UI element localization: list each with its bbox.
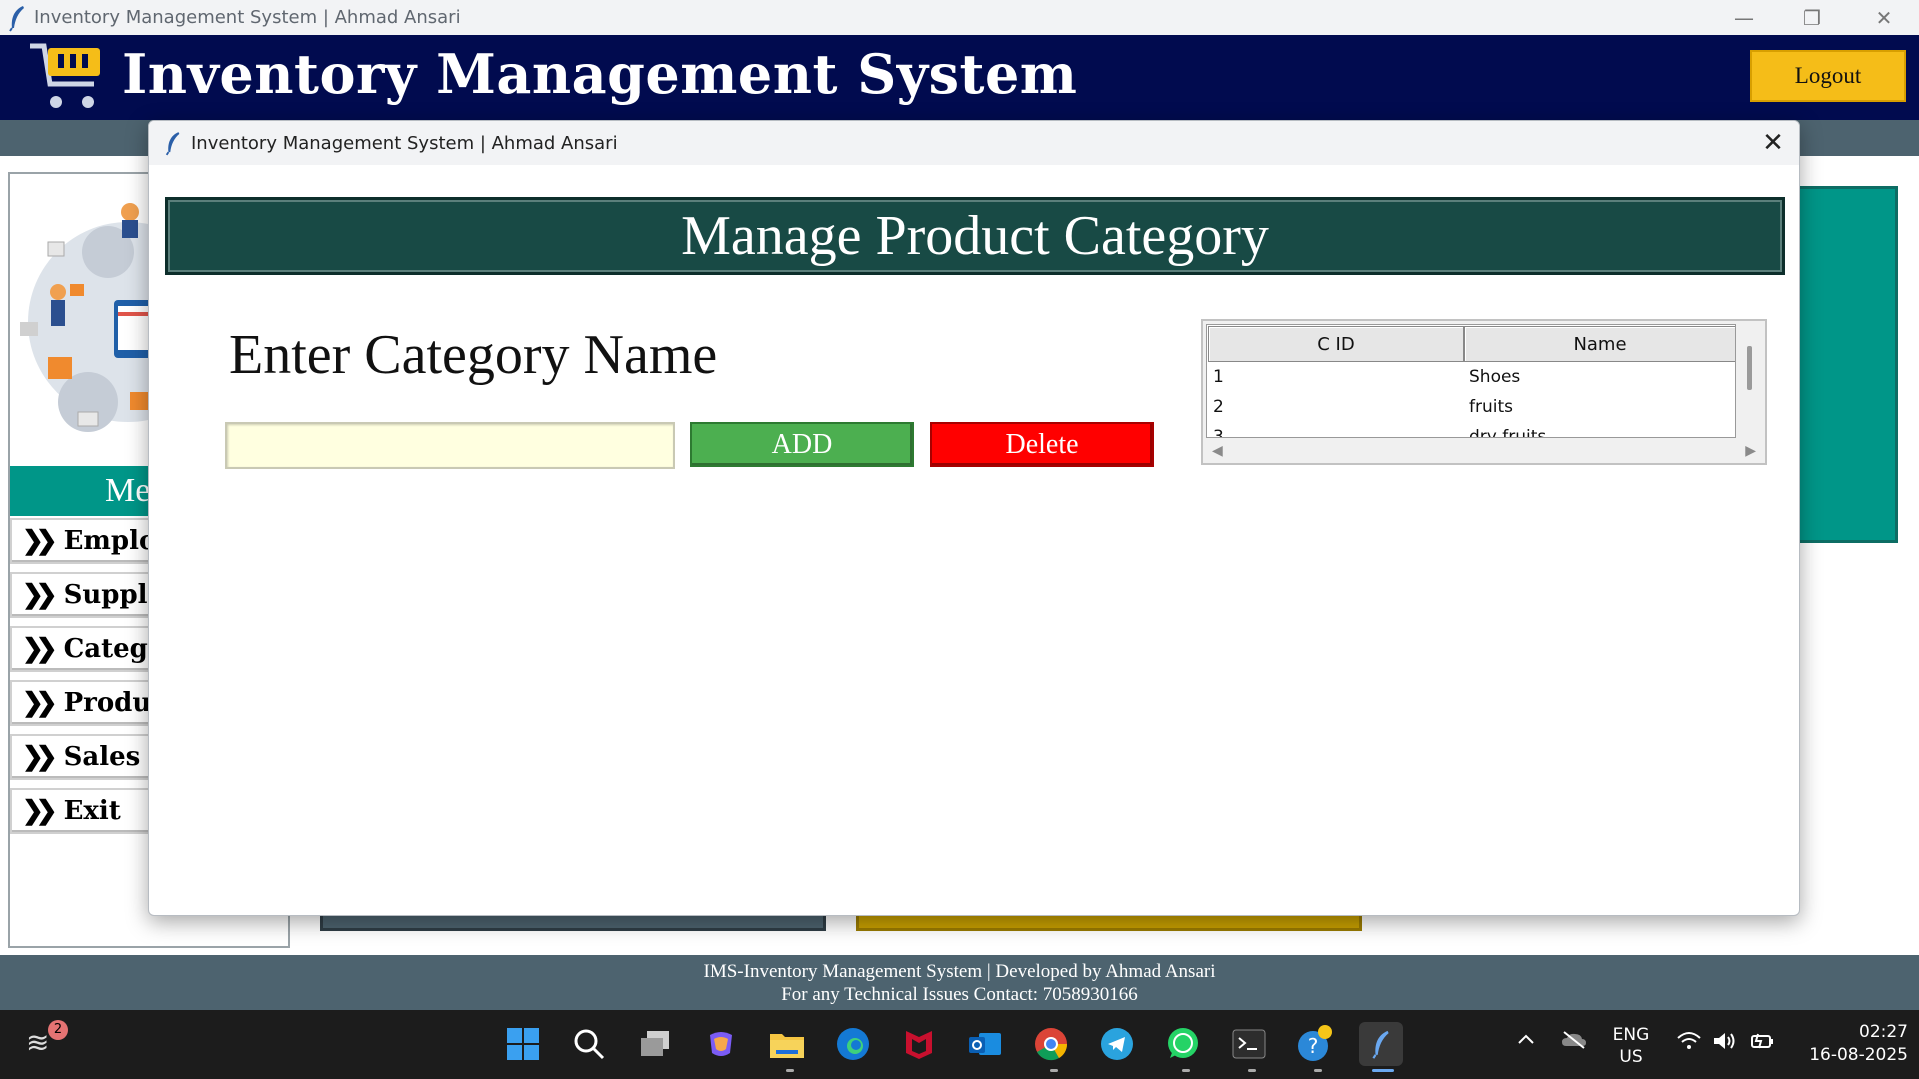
task-view-icon[interactable] [633,1022,677,1066]
help-icon[interactable]: ? [1293,1022,1337,1066]
dialog-titlebar: Inventory Management System | Ahmad Ansa… [149,121,1799,165]
mcafee-icon[interactable] [897,1022,941,1066]
scroll-left-icon[interactable]: ◀ [1212,443,1223,459]
show-hidden-icons-icon[interactable] [1516,1030,1536,1055]
category-name-label: Enter Category Name [229,324,718,386]
double-chevron-right-icon: ❯❯ [22,796,57,826]
app-title: Inventory Management System [122,42,1078,106]
dialog-title: Inventory Management System | Ahmad Ansa… [191,132,618,154]
footer-line-1: IMS-Inventory Management System | Develo… [703,961,1216,982]
double-chevron-right-icon: ❯❯ [22,526,57,556]
table-row[interactable]: 1 Shoes [1207,363,1735,393]
app-running-indicator [1050,1069,1058,1072]
column-header-name[interactable]: Name [1464,326,1735,362]
dialog-close-button[interactable]: ✕ [1751,121,1795,165]
column-header-cid[interactable]: C ID [1208,326,1464,362]
onedrive-icon[interactable] [1560,1030,1588,1055]
notification-badge: 2 [48,1020,68,1040]
footer: IMS-Inventory Management System | Develo… [0,955,1919,1010]
double-chevron-right-icon: ❯❯ [22,634,57,664]
telegram-icon[interactable] [1095,1022,1139,1066]
battery-icon[interactable] [1748,1030,1776,1057]
dialog-heading: Manage Product Category [165,197,1785,275]
start-icon[interactable] [501,1022,545,1066]
cell-cid: 1 [1213,367,1224,387]
app-running-indicator [1248,1069,1256,1072]
close-icon: ✕ [1875,5,1893,30]
outer-window-titlebar: Inventory Management System | Ahmad Ansa… [0,0,1919,35]
volume-icon[interactable] [1712,1030,1738,1057]
clock-date: 16-08-2025 [1809,1045,1908,1065]
restore-button[interactable]: ❐ [1778,0,1846,35]
shopping-cart-icon [30,43,100,108]
outer-window-title: Inventory Management System | Ahmad Ansa… [34,7,461,28]
footer-line-2: For any Technical Issues Contact: 705893… [781,984,1138,1005]
system-clock[interactable]: 02:27 16-08-2025 [1788,1021,1908,1067]
feather-icon [9,5,24,32]
terminal-icon[interactable] [1227,1022,1271,1066]
menu-products-button[interactable]: ❯❯Products [10,680,158,726]
table-row[interactable]: 2 fruits [1207,393,1735,423]
edge-icon[interactable] [831,1022,875,1066]
minimize-button[interactable]: — [1710,0,1778,35]
cell-cid: 2 [1213,397,1224,417]
app-running-indicator [1182,1069,1190,1072]
copilot-icon[interactable] [699,1022,743,1066]
feather-icon [165,132,180,156]
inventory-illustration [20,203,158,432]
search-icon[interactable] [567,1022,611,1066]
category-table-frame: C ID Name 1 Shoes 2 fruits 3 dry fruits … [1201,319,1767,465]
chrome-icon[interactable] [1029,1022,1073,1066]
svg-text:?: ? [1308,1034,1319,1058]
wifi-icon[interactable] [1676,1030,1702,1057]
app-running-indicator [1314,1069,1322,1072]
logout-button[interactable]: Logout [1750,50,1906,102]
app-active-indicator [1372,1069,1394,1072]
menu-supplier-button[interactable]: ❯❯Supplier [10,572,158,618]
horizontal-scrollbar[interactable]: ◀ ▶ [1206,440,1762,462]
cell-cid: 3 [1213,427,1224,438]
menu-exit-button[interactable]: ❯❯ Exit [10,788,158,834]
close-window-button[interactable]: ✕ [1850,0,1918,35]
restore-icon: ❐ [1803,5,1821,30]
menu-category-button[interactable]: ❯❯Category [10,626,158,672]
scroll-right-icon[interactable]: ▶ [1745,443,1756,459]
scroll-thumb[interactable] [1747,346,1752,390]
menu-employee-button[interactable]: ❯❯Employee [10,518,158,564]
language-indicator[interactable]: ENG US [1594,1024,1668,1068]
python-feather-icon[interactable] [1359,1022,1403,1066]
clock-time: 02:27 [1859,1022,1908,1042]
file-explorer-icon[interactable] [765,1022,809,1066]
menu-header: Menu [10,466,155,516]
cell-name: fruits [1469,397,1513,417]
double-chevron-right-icon: ❯❯ [22,580,57,610]
add-button[interactable]: ADD [690,422,914,467]
outlook-icon[interactable] [963,1022,1007,1066]
double-chevron-right-icon: ❯❯ [22,688,57,718]
cell-name: dry fruits [1469,427,1547,438]
delete-button[interactable]: Delete [930,422,1154,467]
cell-name: Shoes [1469,367,1521,387]
category-name-input[interactable] [225,422,675,469]
minimize-icon: — [1734,5,1754,30]
stat-card-teal [1790,186,1898,543]
close-icon: ✕ [1762,128,1784,158]
table-row[interactable]: 3 dry fruits [1207,423,1735,438]
app-running-indicator [786,1069,794,1072]
vertical-scrollbar[interactable] [1739,324,1761,438]
category-table[interactable]: C ID Name 1 Shoes 2 fruits 3 dry fruits [1206,324,1736,438]
category-dialog: Inventory Management System | Ahmad Ansa… [148,120,1800,916]
menu-sales-button[interactable]: ❯❯ Sales [10,734,158,780]
whatsapp-icon[interactable] [1161,1022,1205,1066]
double-chevron-right-icon: ❯❯ [22,742,57,772]
